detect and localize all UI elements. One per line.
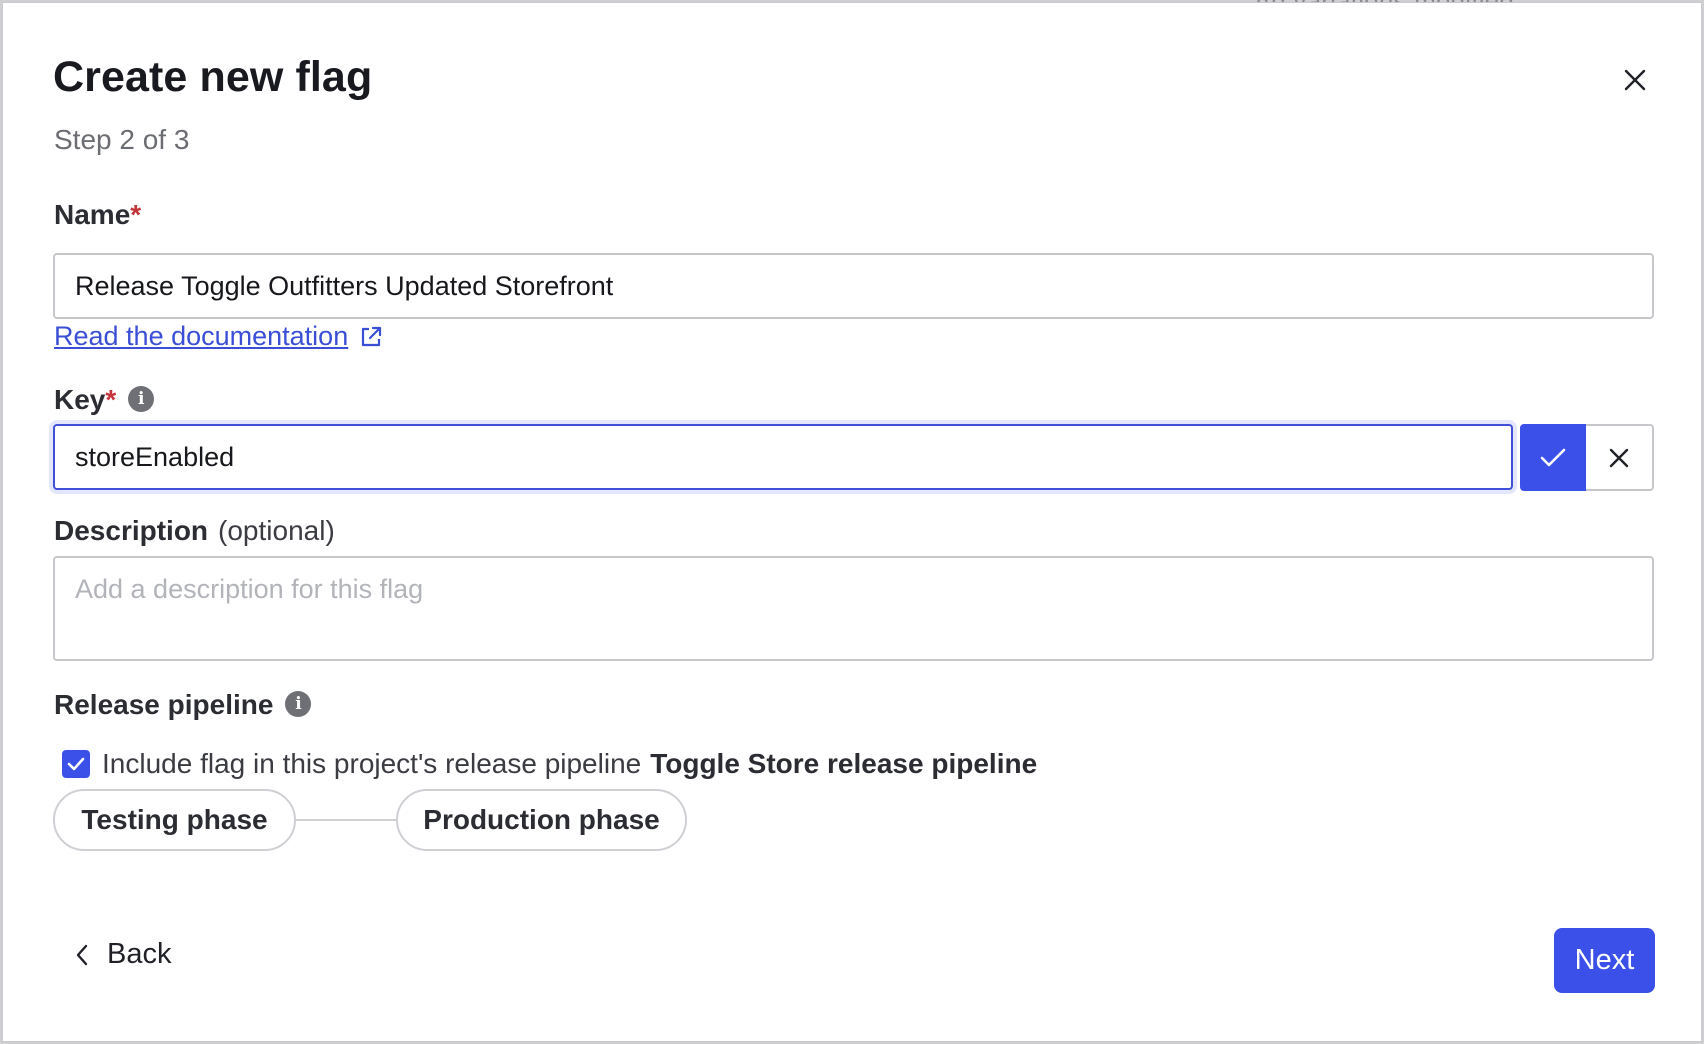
phase-production: Production phase [396, 789, 687, 851]
name-input-value: Release Toggle Outfitters Updated Storef… [75, 270, 614, 301]
description-placeholder: Add a description for this flag [75, 574, 424, 604]
cancel-key-button[interactable] [1586, 424, 1654, 491]
key-input-value: storeEnabled [75, 441, 235, 472]
release-pipeline-label: Release pipeline i [54, 689, 312, 721]
close-icon [1624, 69, 1646, 91]
key-input[interactable]: storeEnabled [53, 424, 1513, 490]
required-asterisk: * [105, 384, 117, 415]
name-label: Name* [54, 199, 141, 231]
next-button[interactable]: Next [1554, 928, 1655, 993]
phase-connector [296, 819, 398, 821]
documentation-link-text: Read the documentation [54, 321, 349, 351]
confirm-key-button[interactable] [1520, 424, 1586, 491]
checkmark-icon [67, 757, 85, 771]
include-pipeline-text: Include flag in this project's release p… [102, 748, 642, 779]
check-icon [1540, 448, 1566, 466]
description-label-text: Description [54, 515, 209, 546]
optional-hint: (optional) [218, 515, 335, 546]
phase-testing: Testing phase [53, 789, 296, 851]
pipeline-name: Toggle Store release pipeline [650, 748, 1038, 779]
release-pipeline-label-text: Release pipeline [54, 689, 274, 720]
name-input[interactable]: Release Toggle Outfitters Updated Storef… [53, 253, 1654, 319]
external-link-icon [362, 326, 382, 346]
documentation-link[interactable]: Read the documentation [54, 321, 384, 352]
description-label: Description (optional) [54, 515, 335, 547]
next-button-label: Next [1574, 944, 1635, 976]
dialog-title: Create new flag [53, 53, 373, 101]
info-icon[interactable]: i [128, 385, 155, 412]
description-input[interactable]: Add a description for this flag [53, 556, 1654, 661]
name-label-text: Name [54, 199, 131, 230]
close-icon [1609, 448, 1629, 467]
key-label: Key* i [54, 384, 155, 416]
step-indicator: Step 2 of 3 [54, 124, 190, 155]
back-button[interactable]: Back [75, 938, 171, 971]
include-pipeline-row: Include flag in this project's release p… [62, 748, 1037, 780]
include-pipeline-checkbox[interactable] [62, 750, 90, 778]
required-asterisk: * [130, 199, 142, 230]
create-flag-dialog: Create new flag Step 2 of 3 Name* Releas… [2, 2, 1702, 1042]
close-dialog-button[interactable] [1613, 58, 1657, 102]
back-button-label: Back [107, 938, 172, 970]
key-label-text: Key [54, 384, 106, 415]
chevron-left-icon [76, 944, 88, 965]
info-icon[interactable]: i [285, 690, 312, 717]
